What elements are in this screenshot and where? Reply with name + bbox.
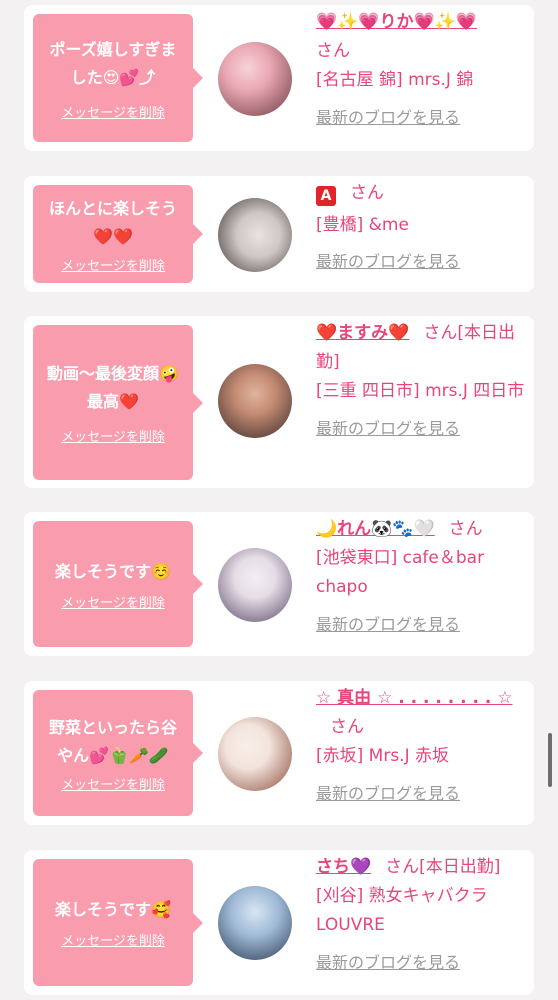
latest-blog-link[interactable]: 最新のブログを見る: [316, 104, 460, 128]
shop-name: [刈谷] 熟女キャバクラLOUVRE: [316, 886, 488, 935]
cast-name-link[interactable]: さち💜: [316, 857, 371, 877]
message-card: 動画〜最後変顔🤪 最高❤️ メッセージを削除 ❤️ますみ❤️ さん[本日出勤] […: [24, 316, 534, 488]
san-label: さん: [350, 183, 384, 203]
cast-info: 🌙れん🐼🐾🤍 さん [池袋東口] cafe＆bar chapo 最新のブログを見る: [316, 515, 526, 635]
message-card: ほんとに楽しそう ❤️❤️ メッセージを削除 A さん [豊橋] &me 最新のブ…: [24, 176, 534, 292]
avatar[interactable]: [218, 198, 292, 272]
message-bubble: 楽しそうです☺️ メッセージを削除: [33, 521, 203, 647]
message-card: 楽しそうです☺️ メッセージを削除 🌙れん🐼🐾🤍 さん [池袋東口] cafe＆b…: [24, 512, 534, 656]
message-card: 楽しそうです🥰 メッセージを削除 さち💜 さん[本日出勤] [刈谷] 熟女キャバク…: [24, 850, 534, 995]
message-bubble: 野菜といったら谷 やん💕🫑🥕🥒 メッセージを削除: [33, 690, 203, 816]
message-bubble: 動画〜最後変顔🤪 最高❤️ メッセージを削除: [33, 325, 203, 480]
delete-message-link[interactable]: メッセージを削除: [61, 102, 165, 121]
shop-name: [名古屋 錦] mrs.J 錦: [316, 70, 474, 90]
latest-blog-link[interactable]: 最新のブログを見る: [316, 415, 460, 439]
shop-name: [赤坂] Mrs.J 赤坂: [316, 746, 450, 766]
shop-name: [三重 四日市] mrs.J 四日市: [316, 381, 525, 401]
delete-message-link[interactable]: メッセージを削除: [61, 255, 165, 274]
san-label: さん: [316, 41, 350, 61]
avatar[interactable]: [218, 717, 292, 791]
message-card: ポーズ嬉しすぎま した😍💕⤴ メッセージを削除 💗✨💗りか💗✨💗 さん [名古屋…: [24, 5, 534, 151]
name-line-continued: さん: [316, 37, 526, 66]
san-label: さん: [385, 857, 420, 877]
name-line: ❤️ますみ❤️ さん[本日出勤]: [316, 319, 526, 377]
san-label: さん: [330, 717, 364, 737]
delete-message-link[interactable]: メッセージを削除: [61, 592, 165, 611]
shop-name: [池袋東口] cafe＆bar chapo: [316, 548, 485, 597]
avatar[interactable]: [218, 42, 292, 116]
avatar[interactable]: [218, 364, 292, 438]
avatar[interactable]: [218, 548, 292, 622]
name-line: 💗✨💗りか💗✨💗: [316, 8, 526, 37]
delete-message-link[interactable]: メッセージを削除: [61, 426, 165, 445]
latest-blog-link[interactable]: 最新のブログを見る: [316, 780, 460, 804]
message-text: 楽しそうです☺️: [55, 561, 171, 581]
cast-info: ☆ 真由 ☆ . . . . . . . . ☆ さん [赤坂] Mrs.J 赤坂…: [316, 684, 526, 804]
scrollbar[interactable]: [548, 733, 552, 787]
latest-blog-link[interactable]: 最新のブログを見る: [316, 611, 460, 635]
cast-info: A さん [豊橋] &me 最新のブログを見る: [316, 179, 526, 272]
message-card: 野菜といったら谷 やん💕🫑🥕🥒 メッセージを削除 ☆ 真由 ☆ . . . . …: [24, 681, 534, 825]
message-bubble: 楽しそうです🥰 メッセージを削除: [33, 859, 203, 986]
attendance-status: [本日出勤]: [419, 857, 501, 877]
cast-name-link[interactable]: 💗✨💗りか💗✨💗: [316, 12, 477, 32]
avatar[interactable]: [218, 886, 292, 960]
name-line: 🌙れん🐼🐾🤍 さん: [316, 515, 526, 544]
cast-name-link[interactable]: 🌙れん🐼🐾🤍: [316, 519, 435, 539]
name-line: ☆ 真由 ☆ . . . . . . . . ☆ さん: [316, 684, 526, 742]
cast-info: ❤️ますみ❤️ さん[本日出勤] [三重 四日市] mrs.J 四日市 最新のブロ…: [316, 319, 526, 439]
a-badge-icon[interactable]: A: [316, 186, 336, 206]
delete-message-link[interactable]: メッセージを削除: [61, 774, 165, 793]
cast-info: さち💜 さん[本日出勤] [刈谷] 熟女キャバクラLOUVRE 最新のブログを見る: [316, 853, 526, 973]
message-text: ほんとに楽しそう ❤️❤️: [48, 198, 177, 246]
san-label: さん: [448, 519, 483, 539]
delete-message-link[interactable]: メッセージを削除: [61, 930, 165, 949]
message-text: 野菜といったら谷 やん💕🫑🥕🥒: [48, 717, 177, 765]
shop-name: [豊橋] &me: [316, 215, 409, 235]
message-text: ポーズ嬉しすぎま した😍💕⤴: [49, 39, 177, 87]
message-bubble: ほんとに楽しそう ❤️❤️ メッセージを削除: [33, 185, 203, 283]
message-bubble: ポーズ嬉しすぎま した😍💕⤴ メッセージを削除: [33, 14, 203, 142]
cast-name-link[interactable]: ☆ 真由 ☆ . . . . . . . . ☆: [316, 688, 513, 708]
cast-name-link[interactable]: ❤️ますみ❤️: [316, 323, 409, 343]
latest-blog-link[interactable]: 最新のブログを見る: [316, 949, 460, 973]
name-line: A さん: [316, 179, 526, 208]
latest-blog-link[interactable]: 最新のブログを見る: [316, 248, 460, 272]
name-line: さち💜 さん[本日出勤]: [316, 853, 526, 882]
message-text: 動画〜最後変顔🤪 最高❤️: [47, 364, 179, 411]
san-label: さん: [423, 323, 458, 343]
message-text: 楽しそうです🥰: [55, 900, 171, 919]
cast-info: 💗✨💗りか💗✨💗 さん [名古屋 錦] mrs.J 錦 最新のブログを見る: [316, 8, 526, 128]
